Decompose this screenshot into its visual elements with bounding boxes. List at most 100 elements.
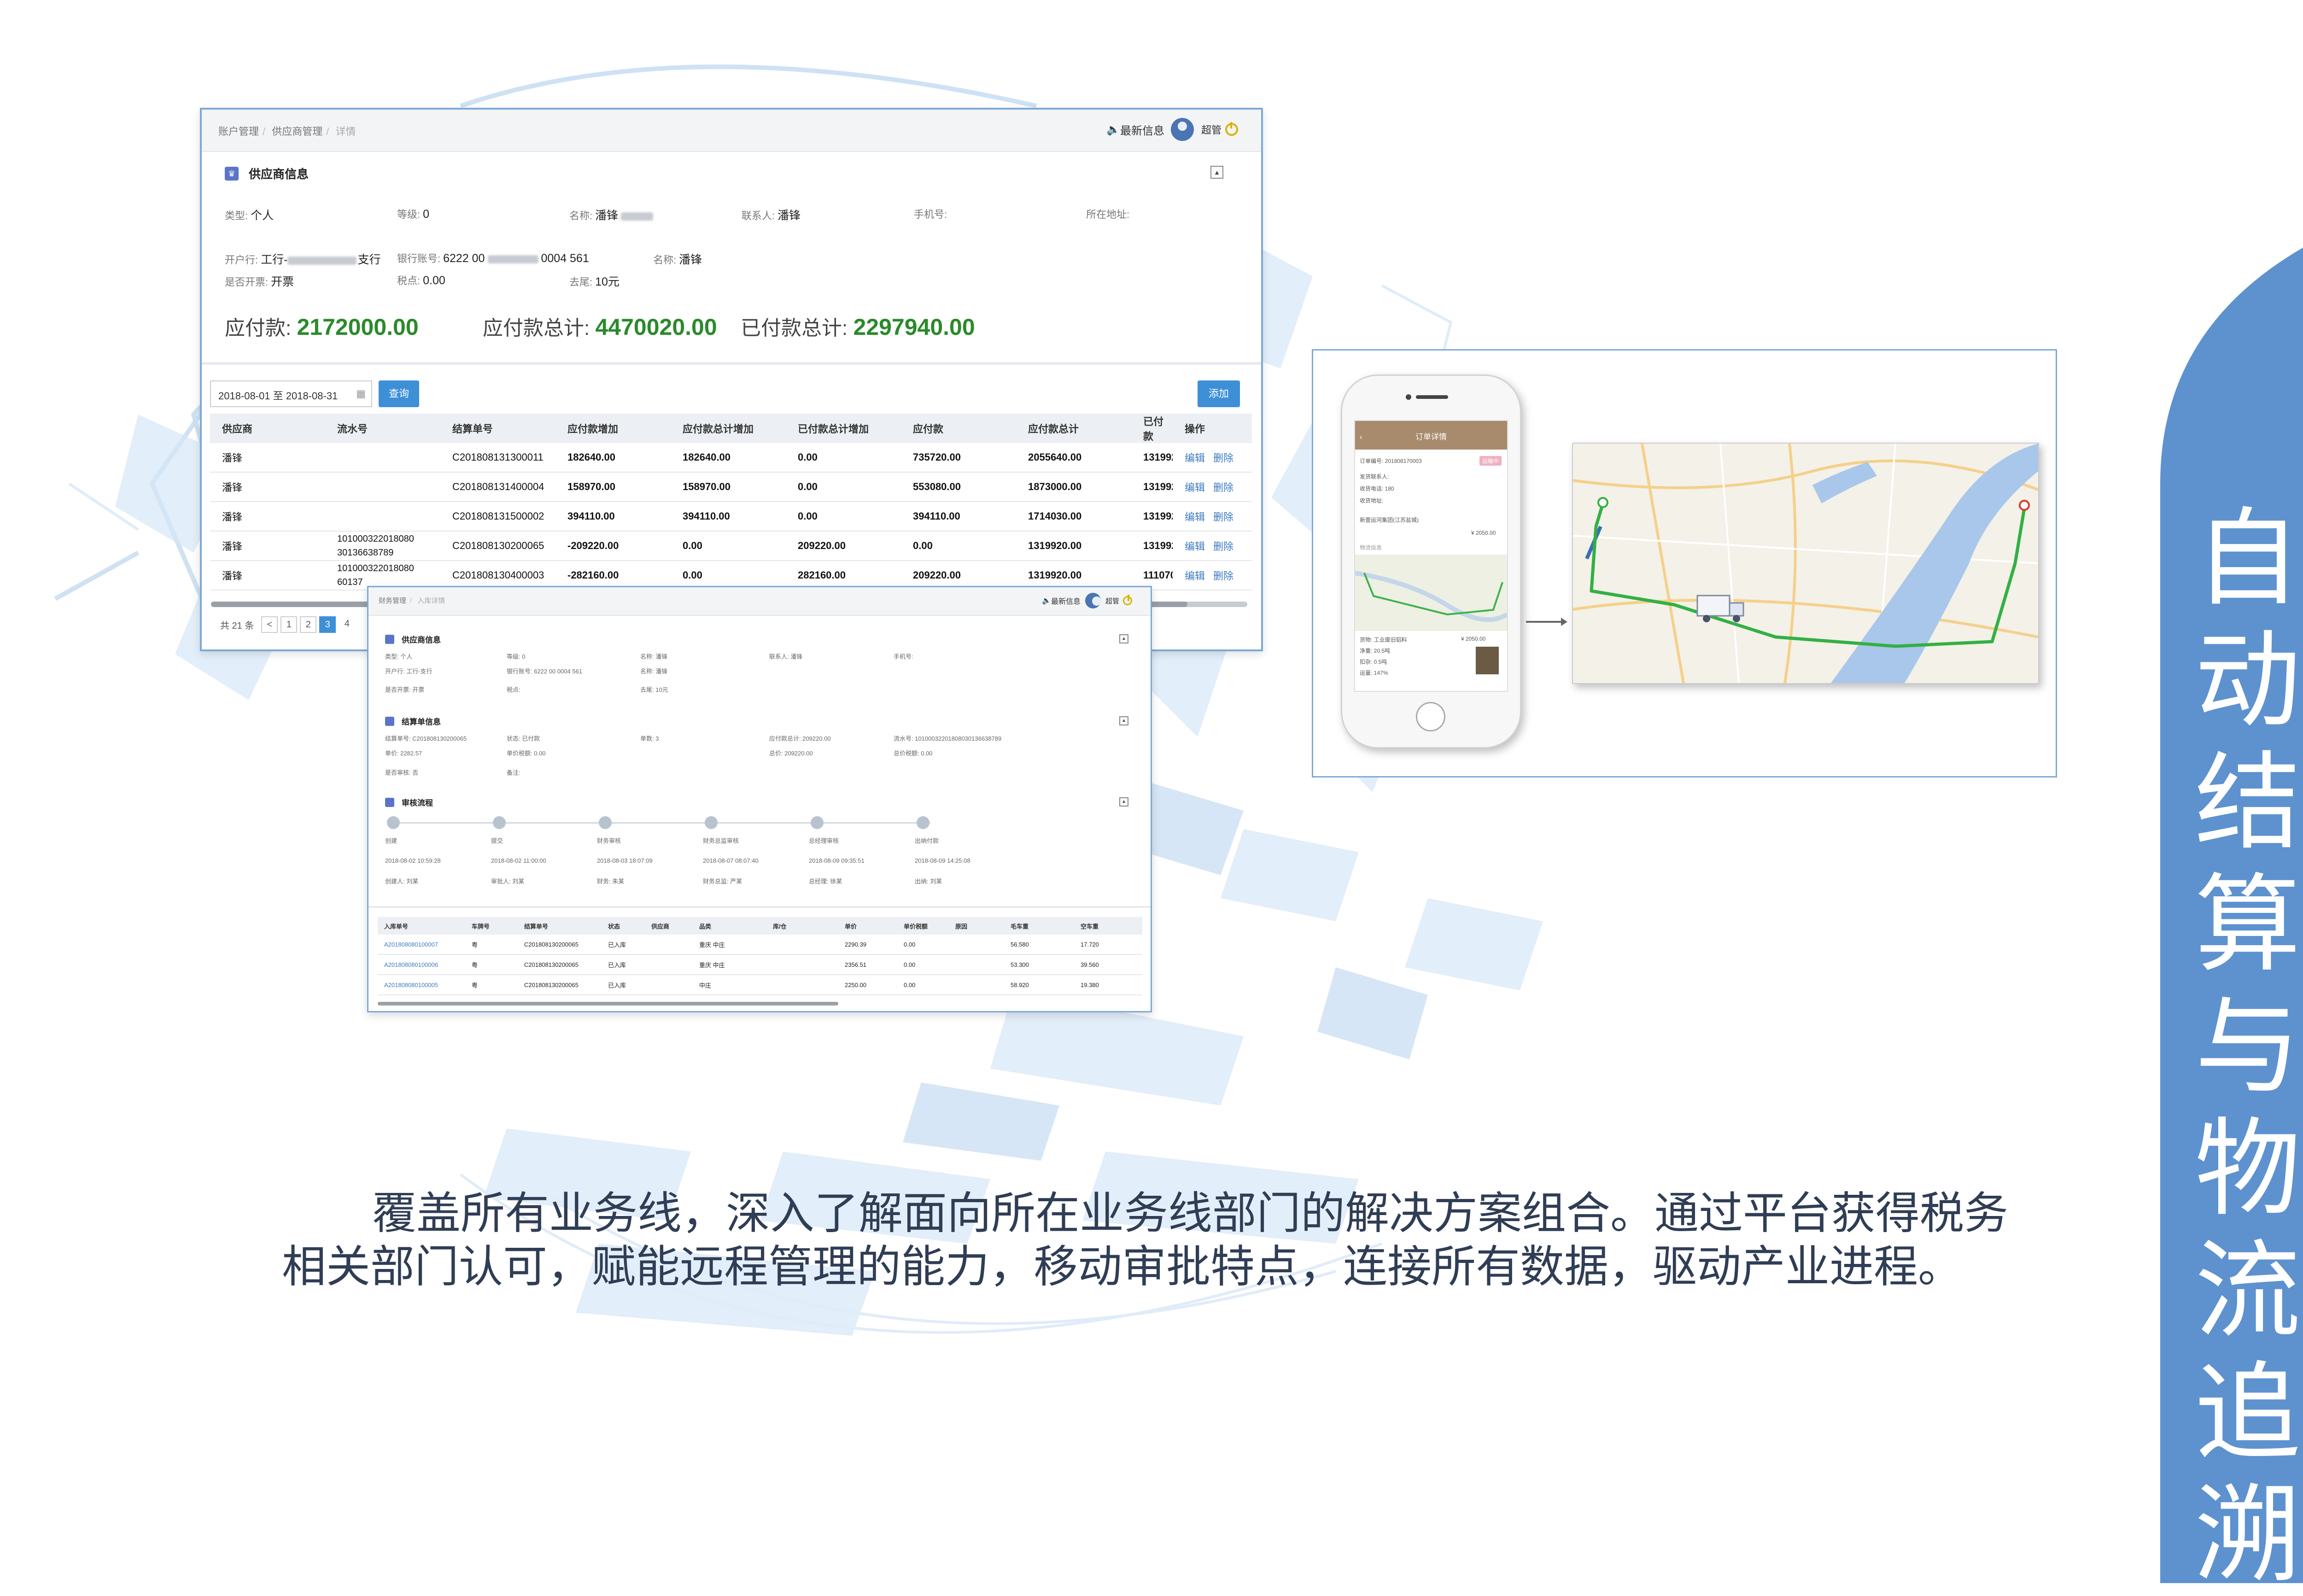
column-header[interactable]: 应付款 <box>901 414 1016 443</box>
avatar[interactable] <box>1085 593 1101 608</box>
table-row[interactable]: A201808080100007 粤 C201808130200065 已入库 … <box>378 935 1142 955</box>
cell: 58.920 <box>1004 975 1074 995</box>
inbound-no-link[interactable]: A201808080100006 <box>378 954 465 975</box>
user-name[interactable]: 超管 <box>1201 122 1222 137</box>
page-button[interactable]: 4 <box>339 616 356 633</box>
add-button[interactable]: 添加 <box>1198 380 1240 407</box>
column-header[interactable]: 空车重 <box>1074 917 1142 935</box>
edit-link[interactable]: 编辑 <box>1185 452 1205 464</box>
collapse-button[interactable]: ▲ <box>1210 166 1223 179</box>
home-button[interactable] <box>1416 702 1445 731</box>
mini-map[interactable] <box>1355 555 1507 631</box>
table-row[interactable]: 潘锋 C201808131300011 182640.00 182640.00 … <box>210 443 1252 473</box>
avatar[interactable] <box>1170 118 1194 141</box>
date-range-input[interactable]: 2018-08-01 至 2018-08-31 ▦ <box>210 380 372 407</box>
cell: 已入库 <box>602 935 645 955</box>
table-row[interactable]: 潘锋 C201808131400004 158970.00 158970.00 … <box>210 472 1252 502</box>
breadcrumb-item[interactable]: 财务管理 <box>379 597 406 605</box>
divider <box>368 906 1151 908</box>
field: 单价税额: 0.00 <box>507 750 546 757</box>
breadcrumb-item[interactable]: 供应商管理 <box>272 126 322 137</box>
cell <box>949 935 1004 955</box>
column-header[interactable]: 毛车重 <box>1004 917 1074 935</box>
collapse-button[interactable]: ▲ <box>1119 716 1128 725</box>
column-header[interactable]: 车牌号 <box>465 917 518 935</box>
column-header[interactable]: 应付款总计 <box>1016 414 1131 443</box>
delete-link[interactable]: 删除 <box>1213 452 1233 464</box>
pagination: 共 21 条 < 1 2 3 4 <box>220 616 356 633</box>
step-time: 2018-08-02 10:59:28 <box>385 857 441 864</box>
news-link[interactable]: 最新信息 <box>1051 595 1081 606</box>
flow-cell <box>325 502 440 532</box>
delete-link[interactable]: 删除 <box>1213 541 1233 552</box>
column-header[interactable]: 结算单号 <box>518 917 602 935</box>
page-button-current[interactable]: 3 <box>319 616 336 633</box>
supplier-section-title: 供应商信息 <box>385 633 441 645</box>
collapse-button[interactable]: ▲ <box>1119 797 1128 807</box>
breadcrumb: 账户管理 / 供应商管理 / 详情 <box>218 126 356 137</box>
column-header[interactable]: 结算单号 <box>440 414 555 443</box>
delete-link[interactable]: 删除 <box>1213 511 1233 523</box>
query-button[interactable]: 查询 <box>379 380 419 407</box>
inbound-no-link[interactable]: A201808080100007 <box>378 935 465 955</box>
prev-page-button[interactable]: < <box>261 616 278 633</box>
back-icon[interactable]: ‹ <box>1360 421 1362 453</box>
top-bar: 财务管理 / 入库详情 🔈 最新信息 超管 <box>368 587 1151 616</box>
column-header[interactable]: 应付款总计增加 <box>671 414 786 443</box>
edit-link[interactable]: 编辑 <box>1185 570 1205 582</box>
column-header[interactable]: 库/仓 <box>766 917 838 935</box>
edit-link[interactable]: 编辑 <box>1185 482 1205 493</box>
column-header[interactable]: 供应商 <box>645 917 693 935</box>
table-row[interactable]: A201808080100005 粤 C201808130200065 已入库 … <box>378 975 1142 995</box>
column-header[interactable]: 供应商 <box>210 414 325 443</box>
crown-icon: ♛ <box>225 166 239 181</box>
field: 名称: 潘锋 <box>640 653 668 660</box>
cell: 394110.00 <box>901 502 1016 532</box>
cell: 1873000.00 <box>1016 472 1131 502</box>
column-header[interactable]: 流水号 <box>325 414 440 443</box>
edit-link[interactable]: 编辑 <box>1185 541 1205 552</box>
route-map[interactable] <box>1572 443 2039 684</box>
column-header[interactable]: 单价 <box>838 917 897 935</box>
settle-no-link[interactable]: C201808130200065 <box>440 531 555 561</box>
power-icon[interactable] <box>1225 122 1238 136</box>
page-button[interactable]: 1 <box>281 616 298 633</box>
cell: 56.580 <box>1004 935 1074 955</box>
level-field: 等级: 0 <box>397 208 430 221</box>
column-header[interactable]: 已付款总计增加 <box>786 414 901 443</box>
step-dot <box>493 816 506 829</box>
ops-cell: 编辑 删除 <box>1173 531 1252 561</box>
speaker-icon[interactable]: 🔈 <box>1106 123 1120 136</box>
field: 名称: 潘锋 <box>640 668 668 675</box>
power-icon[interactable] <box>1123 595 1132 605</box>
edit-link[interactable]: 编辑 <box>1185 511 1205 523</box>
column-header[interactable]: 应付款增加 <box>555 414 671 443</box>
column-header[interactable]: 品类 <box>693 917 766 935</box>
column-header[interactable]: 单价税额 <box>897 917 949 935</box>
cell: 已入库 <box>602 975 645 995</box>
table-row[interactable]: 潘锋 C201808131500002 394110.00 394110.00 … <box>210 502 1252 532</box>
horizontal-scrollbar[interactable] <box>378 1002 838 1006</box>
inbound-no-link[interactable]: A201808080100005 <box>378 975 465 995</box>
page-button[interactable]: 2 <box>300 616 317 633</box>
settle-no-link[interactable]: C201808131500002 <box>440 502 555 532</box>
speaker-icon[interactable]: 🔈 <box>1042 596 1051 605</box>
table-row[interactable]: 潘锋 101000322018080 30136638789 C20180813… <box>210 531 1252 561</box>
delete-link[interactable]: 删除 <box>1213 570 1233 582</box>
column-header[interactable]: 已付款 <box>1131 414 1173 443</box>
collapse-button[interactable]: ▲ <box>1119 634 1128 643</box>
breadcrumb-item[interactable]: 账户管理 <box>218 126 259 137</box>
table-row[interactable]: A201808080100006 粤 C201808130200065 已入库 … <box>378 954 1142 975</box>
phone-field: 手机号: <box>914 209 947 220</box>
column-header[interactable]: 状态 <box>602 917 645 935</box>
settle-no-link[interactable]: C201808131400004 <box>440 472 555 502</box>
news-link[interactable]: 最新信息 <box>1120 122 1164 138</box>
column-header[interactable]: 原因 <box>949 917 1004 935</box>
cell: 1319920.00 <box>1131 502 1173 532</box>
field: 等级: 0 <box>507 653 526 660</box>
order-no: 订单编号: 201808170003 <box>1360 458 1422 464</box>
column-header[interactable]: 入库单号 <box>378 917 465 935</box>
settle-no-link[interactable]: C201808131300011 <box>440 443 555 473</box>
delete-link[interactable]: 删除 <box>1213 482 1233 493</box>
user-name[interactable]: 超管 <box>1105 596 1119 606</box>
